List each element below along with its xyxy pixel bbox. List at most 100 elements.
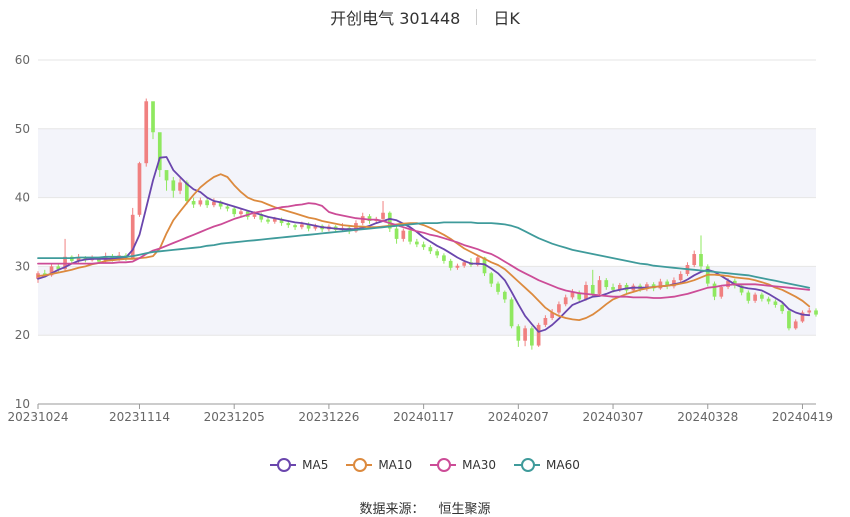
- candle-body: [205, 200, 209, 206]
- candle-body: [780, 304, 785, 312]
- candle-body: [719, 287, 724, 297]
- candle-body: [530, 328, 534, 346]
- y-tick-label: 20: [15, 328, 30, 342]
- x-tick-label: 20240307: [583, 410, 644, 424]
- x-tick-label: 20240207: [488, 410, 549, 424]
- legend-marker-dot: [353, 458, 368, 472]
- candle-body: [814, 310, 818, 315]
- candle-body: [299, 224, 304, 228]
- source-value: 恒生聚源: [438, 502, 491, 517]
- candle-body: [455, 265, 460, 268]
- legend-marker-dot: [521, 458, 536, 472]
- legend-item-ma5[interactable]: MA5: [270, 458, 328, 472]
- candle-body: [570, 292, 575, 298]
- candle-body: [590, 284, 595, 294]
- candle-body: [584, 284, 588, 300]
- candle-body: [401, 230, 406, 239]
- legend-item-ma30[interactable]: MA30: [430, 458, 496, 472]
- legend-marker: [430, 458, 457, 472]
- candle-body: [252, 214, 257, 217]
- x-tick-label: 20240328: [677, 410, 738, 424]
- candle-body: [164, 170, 169, 181]
- candle-body: [760, 294, 764, 299]
- y-tick-label: 50: [15, 122, 30, 136]
- legend-label: MA10: [378, 458, 413, 472]
- candle-body: [198, 200, 203, 205]
- legend-label: MA5: [302, 458, 329, 472]
- candle-body: [699, 254, 703, 267]
- legend-marker: [270, 458, 297, 472]
- legend-item-ma60[interactable]: MA60: [514, 458, 580, 472]
- y-tick-label: 60: [15, 53, 30, 67]
- candle-body: [225, 206, 230, 209]
- candle-body: [523, 328, 527, 341]
- candlestick-chart: 102030405060 20231024 20231114 20231205 202…: [7, 53, 833, 424]
- candle-body: [171, 180, 176, 191]
- candle-body: [557, 304, 561, 313]
- candle-body: [773, 301, 778, 305]
- candle-body: [712, 283, 717, 297]
- legend-marker-dot: [437, 458, 452, 472]
- legend-marker: [346, 458, 373, 472]
- candle-body: [746, 292, 751, 301]
- candle-body: [692, 254, 697, 266]
- candle-body: [415, 241, 419, 245]
- candle-body: [611, 287, 615, 290]
- candle-body: [137, 163, 142, 215]
- candle-body: [212, 201, 216, 206]
- candle-body: [151, 101, 155, 133]
- candle-body: [191, 201, 196, 205]
- candle-body: [266, 219, 270, 222]
- x-tick-label: 20231205: [204, 410, 265, 424]
- candle-body: [178, 182, 182, 191]
- y-tick-label: 30: [15, 259, 30, 273]
- candle-body: [496, 283, 500, 292]
- candle-body: [442, 255, 446, 261]
- x-tick-label: 20231114: [109, 410, 170, 424]
- candle-body: [144, 101, 149, 164]
- plot-band: [38, 266, 816, 336]
- y-axis: 10 20 30 40 50 60: [15, 53, 30, 411]
- candle-body: [421, 244, 426, 248]
- candle-body: [448, 260, 453, 268]
- candle-body: [597, 280, 602, 294]
- plot-band: [38, 128, 816, 198]
- candle-body: [462, 262, 467, 266]
- candle-body: [509, 299, 514, 327]
- candle-body: [435, 251, 439, 256]
- candle-body: [516, 326, 521, 341]
- legend-item-ma10[interactable]: MA10: [346, 458, 412, 472]
- legend-label: MA60: [546, 458, 580, 472]
- legend-label: MA30: [462, 458, 497, 472]
- candle-body: [766, 298, 771, 302]
- legend-marker: [514, 458, 541, 472]
- x-tick-label: 20231226: [298, 410, 359, 424]
- candle-body: [232, 208, 237, 215]
- candle-body: [807, 310, 812, 313]
- legend: MA5 MA10 MA30 MA60: [0, 458, 850, 472]
- source-label: 数据来源：: [359, 502, 425, 517]
- x-tick-label: 20240419: [772, 410, 833, 424]
- candle-body: [394, 228, 399, 239]
- candle-body: [678, 273, 683, 281]
- candle-body: [604, 280, 609, 288]
- candle-body: [239, 211, 243, 215]
- x-tick-label: 20231024: [7, 410, 68, 424]
- candle-body: [293, 225, 297, 228]
- data-source: 数据来源： 恒生聚源: [0, 498, 850, 517]
- candle-body: [793, 321, 798, 329]
- candle-body: [536, 324, 541, 346]
- candle-body: [381, 212, 385, 219]
- x-tick-label: 20240117: [393, 410, 454, 424]
- candle-body: [408, 230, 412, 242]
- x-axis: 20231024 20231114 20231205 20231226 20240117…: [7, 403, 833, 424]
- candle-body: [563, 297, 568, 305]
- y-tick-label: 10: [15, 397, 30, 411]
- candle-body: [428, 247, 433, 252]
- legend-marker-dot: [277, 458, 292, 472]
- candle-body: [787, 311, 791, 329]
- candle-body: [753, 294, 757, 301]
- y-tick-label: 40: [15, 191, 30, 205]
- candle-body: [286, 223, 291, 226]
- candle-body: [543, 318, 548, 325]
